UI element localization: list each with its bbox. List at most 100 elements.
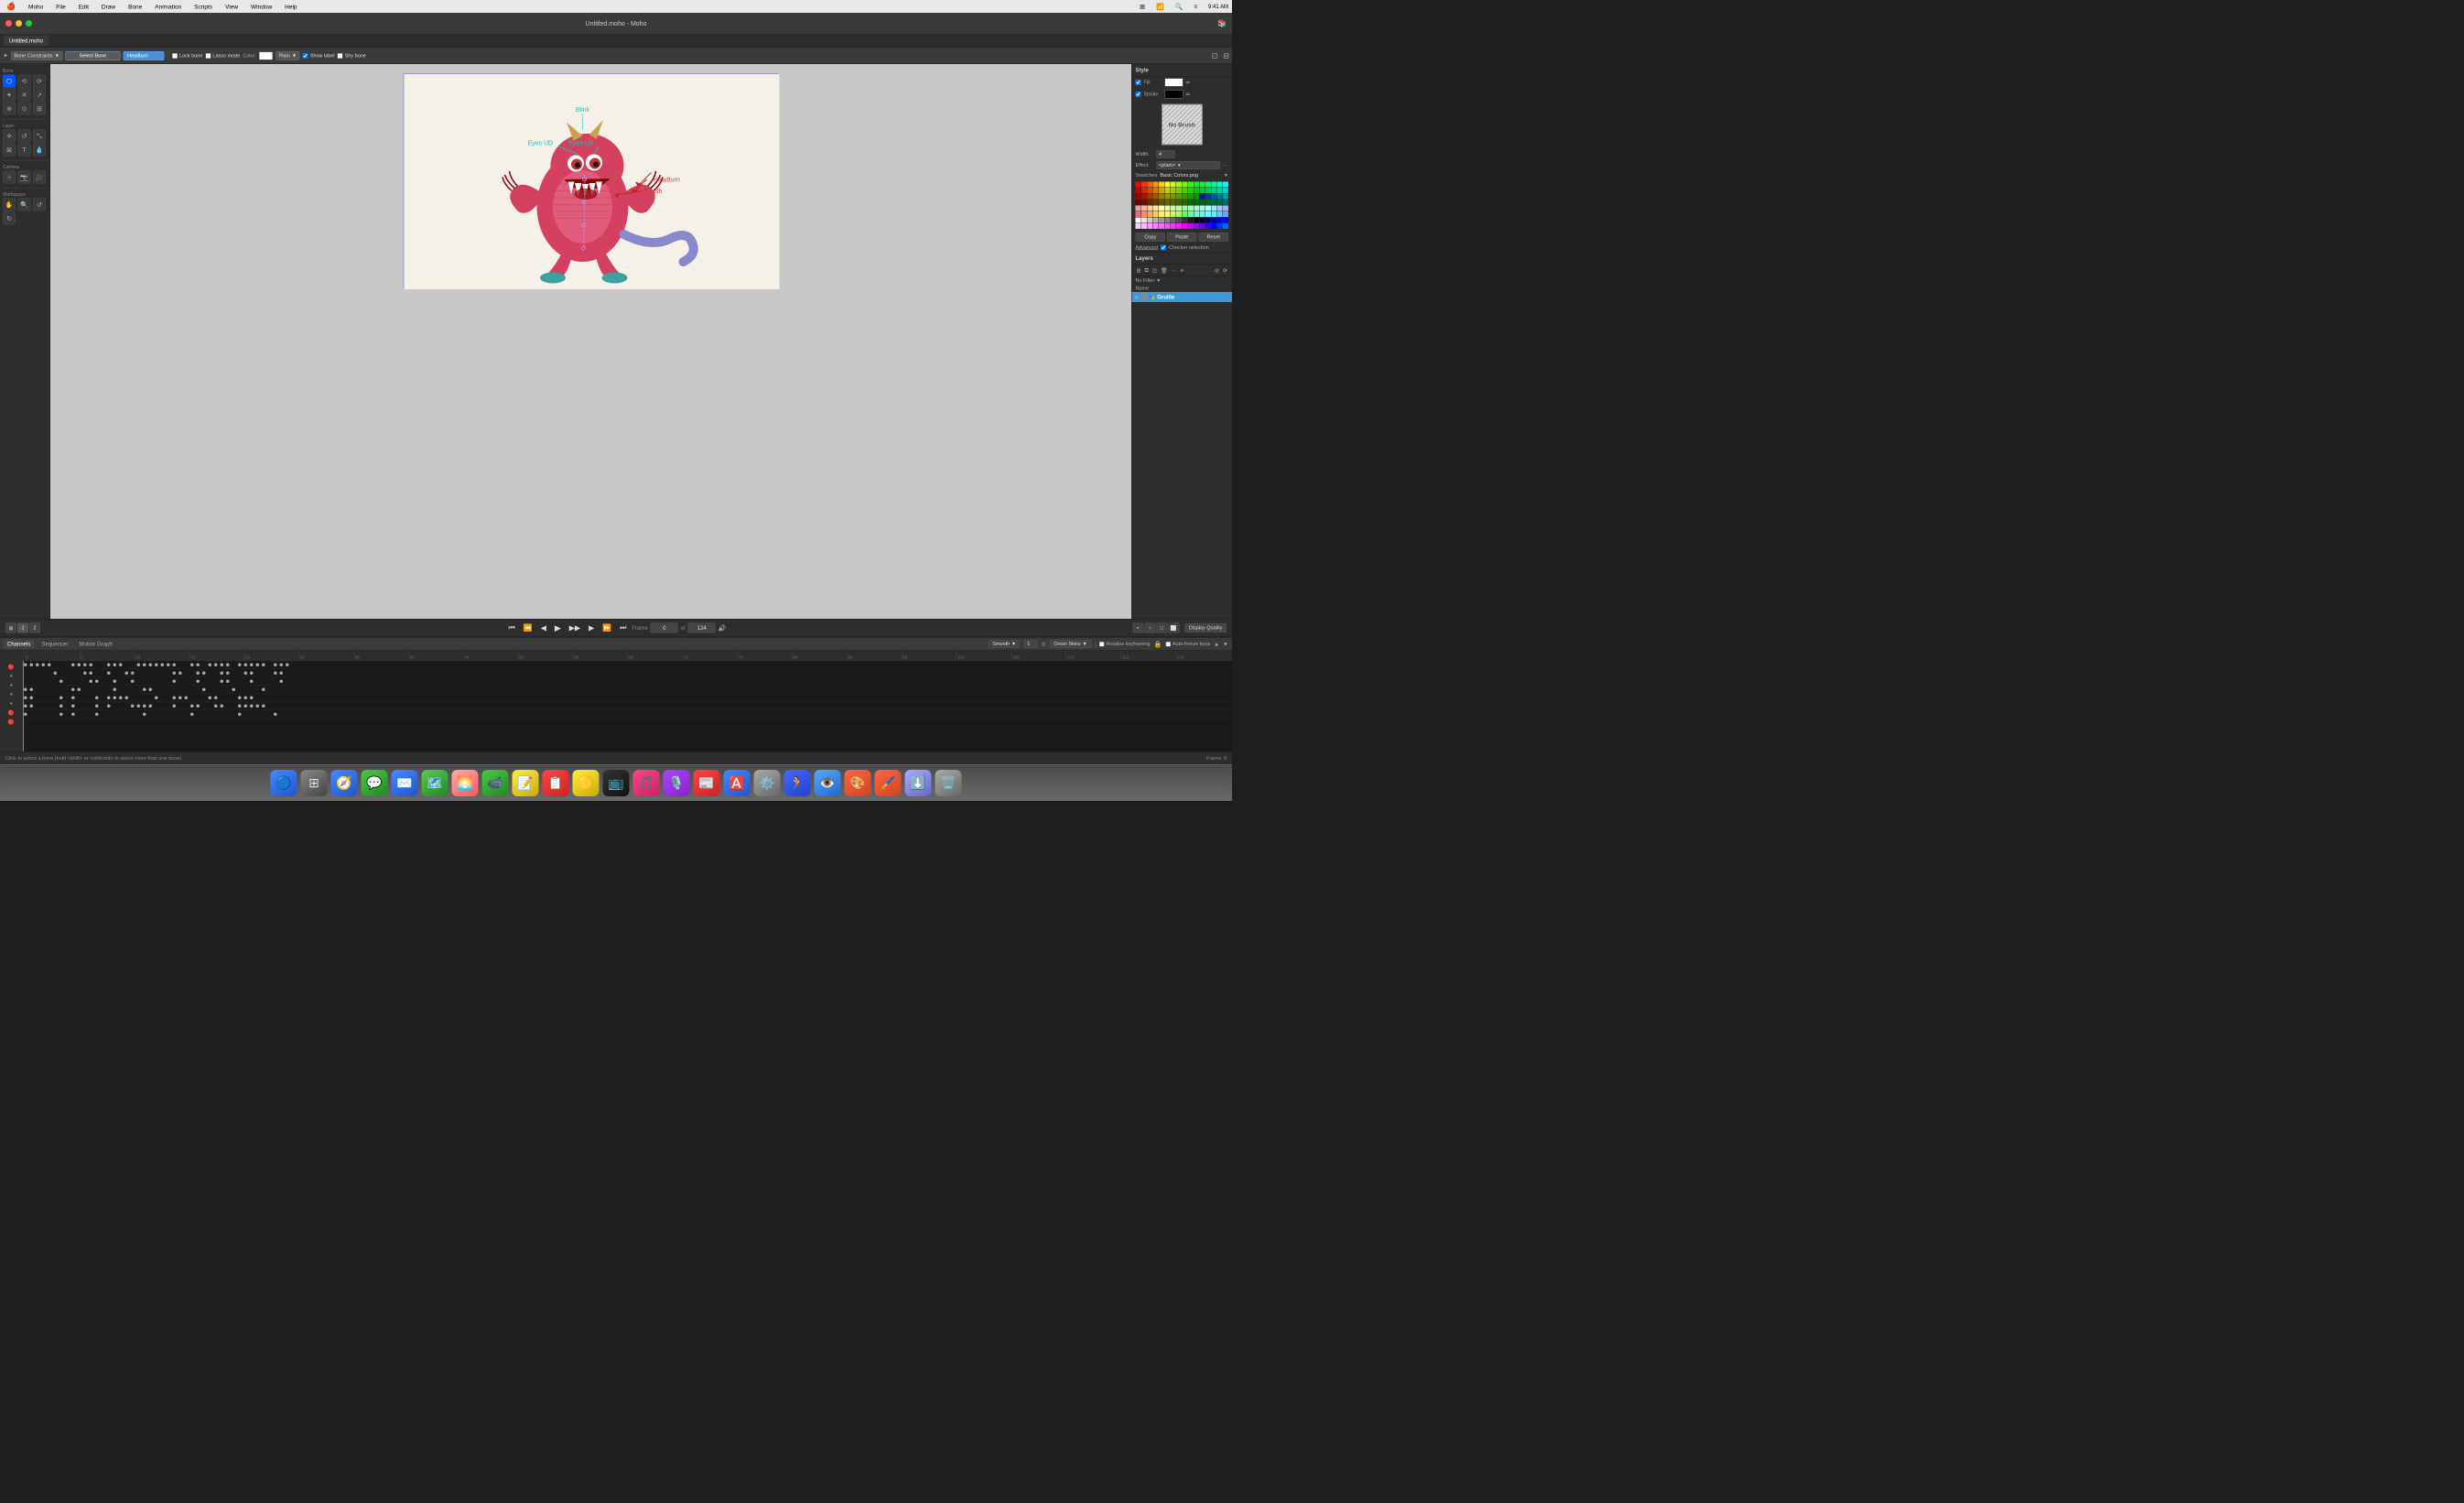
color-swatch[interactable] bbox=[1171, 200, 1176, 205]
color-swatch[interactable] bbox=[1164, 182, 1170, 188]
menu-animation[interactable]: Animation bbox=[152, 2, 184, 11]
color-swatch[interactable] bbox=[1200, 218, 1205, 223]
keyframe-dot[interactable] bbox=[113, 697, 117, 700]
dock-maps[interactable]: 🗺️ bbox=[422, 770, 448, 796]
color-swatch[interactable] bbox=[1176, 223, 1182, 229]
dock-photos[interactable]: 🌅 bbox=[452, 770, 479, 796]
autofreeze-checkbox[interactable]: Auto-freeze keys bbox=[1165, 642, 1210, 647]
show-label-checkbox[interactable]: Show label bbox=[303, 53, 335, 59]
color-swatch[interactable] bbox=[1188, 200, 1194, 205]
keyframe-dot[interactable] bbox=[131, 705, 135, 708]
color-swatch[interactable] bbox=[1217, 194, 1223, 200]
color-swatch[interactable] bbox=[1164, 194, 1170, 200]
color-swatch[interactable] bbox=[1183, 206, 1188, 211]
color-swatch[interactable] bbox=[1176, 188, 1182, 193]
color-swatch[interactable] bbox=[1211, 194, 1216, 200]
keyframe-dot[interactable] bbox=[83, 664, 87, 667]
color-swatch[interactable] bbox=[1147, 182, 1152, 188]
color-swatch[interactable] bbox=[1205, 206, 1211, 211]
tl-side-icon-3[interactable]: ● bbox=[1, 681, 22, 689]
color-swatch[interactable] bbox=[1217, 188, 1223, 193]
layer-item[interactable]: ▶ 🎭 Gruille bbox=[1132, 292, 1233, 302]
color-swatch[interactable] bbox=[1217, 211, 1223, 217]
tl-side-icon-5[interactable]: ● bbox=[1, 699, 22, 708]
color-swatch[interactable] bbox=[1147, 206, 1152, 211]
advanced-label[interactable]: Advanced bbox=[1136, 245, 1158, 251]
headturn-input[interactable]: Headturn bbox=[124, 51, 165, 60]
color-swatch[interactable] bbox=[1223, 182, 1228, 188]
color-swatch[interactable] bbox=[1194, 218, 1199, 223]
keyframe-dot[interactable] bbox=[197, 680, 200, 684]
layer-settings-tool[interactable]: ⊠ bbox=[3, 144, 16, 157]
keyframe-dot[interactable] bbox=[107, 664, 111, 667]
dock-finder[interactable]: 🔵 bbox=[271, 770, 297, 796]
close-button[interactable] bbox=[5, 20, 12, 27]
move-layer-tool[interactable]: ✛ bbox=[3, 130, 16, 143]
group-layer-button[interactable]: ⊡ bbox=[1151, 266, 1158, 275]
color-swatch[interactable] bbox=[1171, 206, 1176, 211]
keyframe-dot[interactable] bbox=[197, 664, 200, 667]
relative-keyframing-checkbox[interactable]: Relative keyframing bbox=[1099, 642, 1151, 647]
color-swatch[interactable] bbox=[1217, 223, 1223, 229]
next-frame-button[interactable]: ⏩ bbox=[600, 622, 614, 634]
duplicate-layer-button[interactable]: ⧉ bbox=[1144, 266, 1150, 276]
color-swatch[interactable] bbox=[1147, 223, 1152, 229]
keyframe-dot[interactable] bbox=[221, 672, 224, 676]
undo-view-tool[interactable]: ↺ bbox=[33, 199, 46, 211]
dock-xcode[interactable]: 🏃 bbox=[784, 770, 811, 796]
keyframe-dot[interactable] bbox=[214, 697, 218, 700]
fill-edit-button[interactable]: ✏ bbox=[1186, 80, 1191, 86]
keyframe-dot[interactable] bbox=[90, 680, 93, 684]
keyframe-dot[interactable] bbox=[250, 680, 254, 684]
menu-draw[interactable]: Draw bbox=[99, 2, 118, 11]
keyframe-dot[interactable] bbox=[107, 705, 111, 708]
checker-checkbox[interactable] bbox=[1161, 245, 1166, 251]
color-swatch[interactable] bbox=[1159, 223, 1164, 229]
goto-start-button[interactable]: ⏮ bbox=[506, 622, 518, 634]
color-swatch[interactable] bbox=[1176, 211, 1182, 217]
color-swatch[interactable] bbox=[1194, 200, 1199, 205]
keyframe-dot[interactable] bbox=[30, 697, 34, 700]
lock-icon[interactable]: 🔒 bbox=[1154, 640, 1162, 648]
color-swatch[interactable] bbox=[1223, 206, 1228, 211]
color-swatch[interactable] bbox=[1200, 206, 1205, 211]
layer-up-button[interactable]: ≡ bbox=[1179, 266, 1184, 275]
keyframe-dot[interactable] bbox=[197, 672, 200, 676]
add-bone-tool[interactable]: ✦ bbox=[3, 89, 16, 102]
new-layer-button[interactable]: ⊞ bbox=[1136, 266, 1142, 275]
keyframe-dot[interactable] bbox=[78, 688, 81, 692]
keyframe-dot[interactable] bbox=[202, 688, 206, 692]
keyframe-dot[interactable] bbox=[173, 680, 177, 684]
color-swatch[interactable] bbox=[1164, 206, 1170, 211]
color-swatch[interactable] bbox=[1183, 218, 1188, 223]
keyframe-dot[interactable] bbox=[238, 664, 242, 667]
color-swatch[interactable] bbox=[1194, 194, 1199, 200]
transform-bone-tool[interactable]: ⟲ bbox=[18, 75, 31, 88]
color-swatch[interactable] bbox=[1153, 218, 1159, 223]
link-button[interactable]: ⟳ bbox=[1222, 266, 1228, 275]
effect-more-button[interactable]: ··· bbox=[1223, 162, 1228, 168]
motion-tracking-icon[interactable]: ⊡ bbox=[1212, 51, 1218, 60]
keyframe-dot[interactable] bbox=[226, 680, 230, 684]
delete-layer-button[interactable]: 🗑 bbox=[1160, 266, 1169, 275]
keyframe-dot[interactable] bbox=[173, 672, 177, 676]
keyframe-dot[interactable] bbox=[280, 664, 284, 667]
keyframe-dot[interactable] bbox=[274, 672, 277, 676]
shy-bone-checkbox[interactable]: Shy bone bbox=[338, 53, 366, 59]
expand-icon[interactable]: ▶ bbox=[1136, 295, 1140, 300]
color-swatch[interactable] bbox=[1153, 206, 1159, 211]
keyframe-dot[interactable] bbox=[173, 705, 177, 708]
color-swatch[interactable] bbox=[1141, 200, 1147, 205]
maximize-button[interactable] bbox=[26, 20, 32, 27]
keyframe-dot[interactable] bbox=[226, 664, 230, 667]
q4-button[interactable]: ⬜ bbox=[1168, 623, 1179, 633]
color-swatch[interactable] bbox=[1188, 194, 1194, 200]
keyframe-dot[interactable] bbox=[48, 664, 51, 667]
q3-button[interactable]: □ bbox=[1156, 623, 1167, 633]
color-swatch[interactable] bbox=[1176, 206, 1182, 211]
timeline-icon[interactable]: ⊟ bbox=[1223, 51, 1229, 60]
copy-button[interactable]: Copy bbox=[1136, 232, 1166, 242]
q1-button[interactable]: ▪ bbox=[1132, 623, 1143, 633]
keyframe-dot[interactable] bbox=[24, 697, 27, 700]
stroke-edit-button[interactable]: ✏ bbox=[1186, 92, 1191, 98]
